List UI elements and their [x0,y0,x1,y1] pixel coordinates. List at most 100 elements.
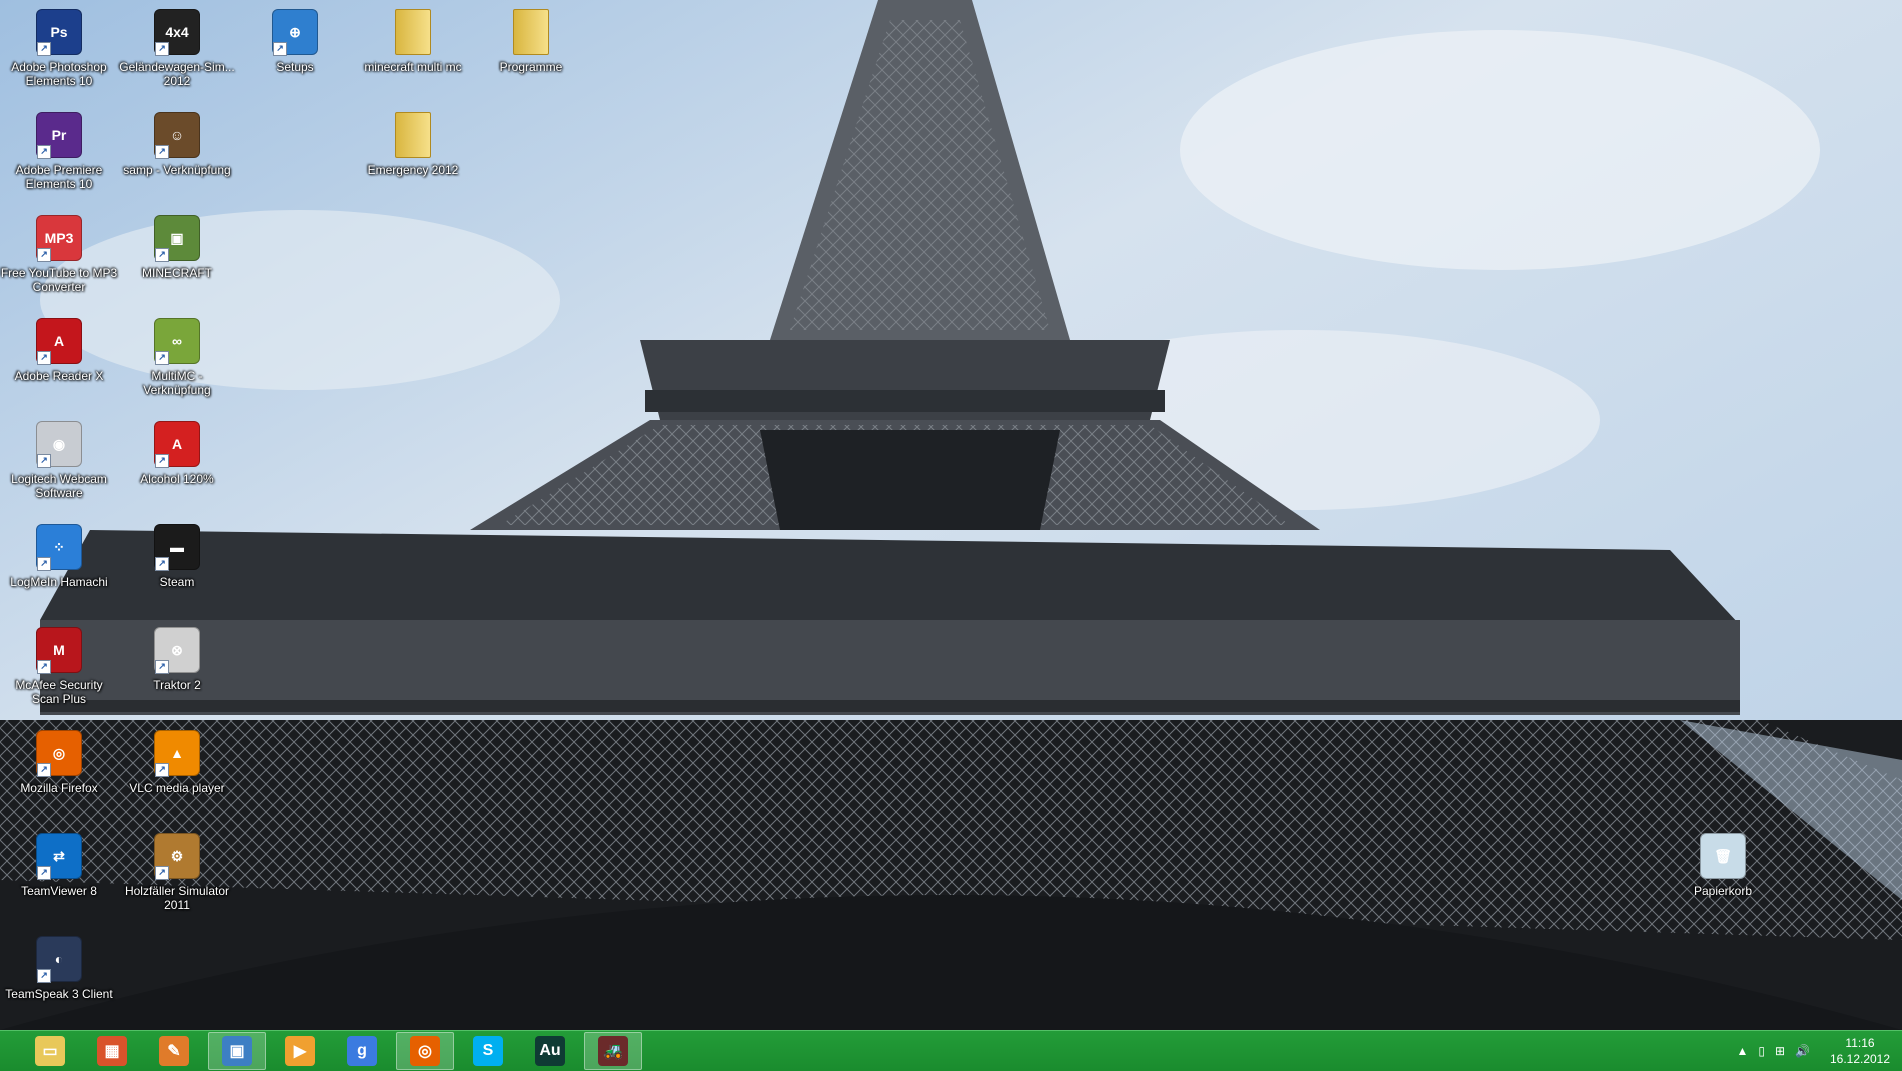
desktop-icon[interactable]: ⊕ ↗ Setups [236,2,354,102]
desktop-icon-label: Free YouTube to MP3 Converter [0,266,118,294]
taskbar-buttons: ▭ ▦ ✎ ▣ ▶ g ◎ S Au 🚜 [16,1032,642,1070]
desktop-icon[interactable]: Pr ↗ Adobe Premiere Elements 10 [0,105,118,205]
taskbar-button-desktop[interactable]: ▣ [208,1032,266,1070]
desktop-icon[interactable]: ☺ ↗ samp - Verknüpfung [118,105,236,205]
multimc-icon: ∞ ↗ [153,317,201,365]
desktop-icon[interactable]: A ↗ Alcohol 120% [118,414,236,514]
taskbar-button-skype[interactable]: S [460,1032,516,1070]
taskbar-button-farming-simulator[interactable]: 🚜 [584,1032,642,1070]
desktop-icon[interactable]: minecraft multi mc [354,2,472,102]
desktop-icon-label: MultiMC - Verknüpfung [143,369,211,397]
adobe-reader-icon: A ↗ [35,317,83,365]
taskbar-button-firefox[interactable]: ◎ [396,1032,454,1070]
clock-date: 16.12.2012 [1829,1052,1891,1066]
volume-icon[interactable]: 🔊 [1795,1044,1810,1058]
desktop-icon[interactable]: ▲ ↗ VLC media player [118,723,236,823]
desktop-icon[interactable]: ◐ ↗ TeamSpeak 3 Client [0,929,118,1029]
taskbar-button-file-explorer[interactable]: ▭ [22,1032,78,1070]
desktop-icon-label: Emergency 2012 [367,163,459,177]
icon-glyph [395,9,431,55]
youtube-mp3-icon: MP3 ↗ [35,214,83,262]
taskbar-button-media-player[interactable]: ▶ [272,1032,328,1070]
samp-icon: ☺ ↗ [153,111,201,159]
shortcut-arrow-icon: ↗ [37,454,51,468]
shortcut-arrow-icon: ↗ [37,42,51,56]
desktop-icon[interactable]: ⊗ ↗ Traktor 2 [118,620,236,720]
desktop-icon[interactable]: ⇄ ↗ TeamViewer 8 [0,826,118,926]
shortcut-arrow-icon: ↗ [37,866,51,880]
setup-globe-icon: ⊕ ↗ [271,8,319,56]
shortcut-arrow-icon: ↗ [37,763,51,777]
shortcut-arrow-icon: ↗ [155,351,169,365]
shortcut-arrow-icon: ↗ [37,660,51,674]
desktop-icon-label: McAfee Security Scan Plus [15,678,103,706]
shortcut-arrow-icon: ↗ [155,145,169,159]
desktop-icon[interactable]: Emergency 2012 [354,105,472,205]
desktop-icon[interactable]: A ↗ Adobe Reader X [0,311,118,411]
folder-icon: ▭ [35,1036,65,1066]
desktop-icon[interactable]: ⚙ ↗ Holzfäller Simulator 2011 [118,826,236,926]
vlc-icon: ▲ ↗ [153,729,201,777]
desktop-icon[interactable]: ▬ ↗ Steam [118,517,236,617]
taskbar: ▭ ▦ ✎ ▣ ▶ g ◎ S Au 🚜 ▲ ▯ ⊞ 🔊 11:16 16.12.2012 [0,1030,1902,1071]
folder-icon [389,111,437,159]
shortcut-arrow-icon: ↗ [155,42,169,56]
desktop-icon-label: MINECRAFT [142,266,212,280]
shortcut-arrow-icon: ↗ [155,248,169,262]
desktop-icon-label: Geländewagen-Sim... 2012 [119,60,235,88]
desktop-icon[interactable]: Programme [472,2,590,102]
desktop-icon[interactable]: 🗑 Papierkorb [1664,826,1782,926]
desktop-icon-label: TeamSpeak 3 Client [5,987,113,1001]
desktop-icon[interactable]: ◉ ↗ Logitech Webcam Software [0,414,118,514]
network-icon[interactable]: ⊞ [1775,1044,1785,1058]
desktop-icon-label: Adobe Reader X [14,369,104,383]
tray-overflow-icon[interactable]: ▲ [1736,1044,1748,1058]
desktop-icon[interactable]: ∞ ↗ MultiMC - Verknüpfung [118,311,236,411]
system-tray: ▲ ▯ ⊞ 🔊 11:16 16.12.2012 [1736,1031,1892,1071]
desktop-icon[interactable]: M ↗ McAfee Security Scan Plus [0,620,118,720]
office-icon: ▦ [97,1036,127,1066]
audition-icon: Au [535,1036,565,1066]
hamachi-icon: ⁘ ↗ [35,523,83,571]
taskbar-button-utility[interactable]: ✎ [146,1032,202,1070]
steam-icon: ▬ ↗ [153,523,201,571]
desktop-icon-label: Alcohol 120% [140,472,214,486]
icon-glyph [513,9,549,55]
recycle-bin-icon: 🗑 [1699,832,1747,880]
taskbar-button-google[interactable]: g [334,1032,390,1070]
desktop-icon-label: Traktor 2 [153,678,201,692]
folder-icon [507,8,555,56]
desktop-icon-label: minecraft multi mc [364,60,462,74]
tractor-icon: 🚜 [598,1036,628,1066]
taskbar-button-office[interactable]: ▦ [84,1032,140,1070]
mcafee-icon: M ↗ [35,626,83,674]
shortcut-arrow-icon: ↗ [37,248,51,262]
clock[interactable]: 11:16 16.12.2012 [1828,1035,1892,1067]
shortcut-arrow-icon: ↗ [155,866,169,880]
photoshop-elements-icon: Ps ↗ [35,8,83,56]
desktop-icon[interactable]: ▣ ↗ MINECRAFT [118,208,236,308]
taskbar-button-audition[interactable]: Au [522,1032,578,1070]
shortcut-arrow-icon: ↗ [37,557,51,571]
shortcut-arrow-icon: ↗ [37,969,51,983]
desktop-icon-label: LogMeIn Hamachi [10,575,108,589]
desktop-icon[interactable]: MP3 ↗ Free YouTube to MP3 Converter [0,208,118,308]
desktop-wallpaper [0,0,1902,1030]
desktop-icon[interactable]: ◎ ↗ Mozilla Firefox [0,723,118,823]
desktop-icon[interactable]: Ps ↗ Adobe Photoshop Elements 10 [0,2,118,102]
firefox-icon: ◎ ↗ [35,729,83,777]
webcam-icon: ◉ ↗ [35,420,83,468]
desktop-icon[interactable]: ⁘ ↗ LogMeIn Hamachi [0,517,118,617]
icon-glyph: 🗑 [1700,833,1746,879]
tools-icon: ✎ [159,1036,189,1066]
desktop-icon[interactable]: 4x4 ↗ Geländewagen-Sim... 2012 [118,2,236,102]
desktop-icon-label: Steam [159,575,195,589]
battery-icon[interactable]: ▯ [1758,1044,1765,1058]
desktop-icon-label: Setups [276,60,314,74]
alcohol-icon: A ↗ [153,420,201,468]
clock-time: 11:16 [1845,1036,1875,1050]
shortcut-arrow-icon: ↗ [37,351,51,365]
google-icon: g [347,1036,377,1066]
icon-glyph [395,112,431,158]
teamspeak-icon: ◐ ↗ [35,935,83,983]
